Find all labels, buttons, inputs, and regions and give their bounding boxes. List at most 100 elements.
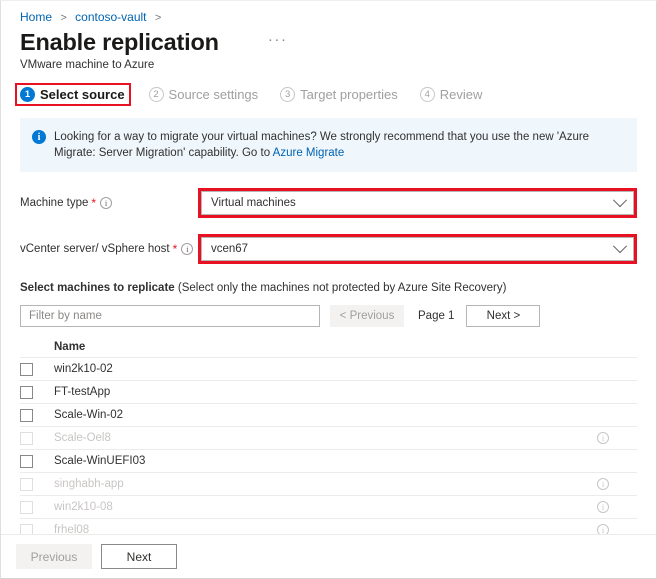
- row-checkbox: [20, 478, 33, 491]
- enable-replication-blade: Home > contoso-vault > Enable replicatio…: [0, 0, 657, 579]
- filter-and-pagination: < Previous Page 1 Next >: [1, 294, 656, 327]
- table-header-row: Name: [20, 336, 637, 358]
- row-machine-name: FT-testApp: [54, 386, 597, 398]
- chevron-down-icon: [613, 193, 627, 207]
- table-row[interactable]: win2k10-02: [20, 358, 637, 381]
- machines-table: Name win2k10-02 FT-testApp Scale-Win-02 Sca…: [1, 327, 656, 534]
- select-machines-heading: Select machines to replicate (Select onl…: [1, 264, 656, 294]
- row-machine-name: win2k10-08: [54, 501, 597, 513]
- row-checkbox: [20, 501, 33, 514]
- select-machines-heading-note: (Select only the machines not protected …: [175, 282, 507, 294]
- table-row[interactable]: Scale-Win-02: [20, 404, 637, 427]
- chevron-down-icon: [613, 239, 627, 253]
- info-banner: i Looking for a way to migrate your virt…: [20, 118, 637, 172]
- info-icon[interactable]: i: [597, 432, 609, 444]
- blade-footer: Previous Next: [1, 534, 656, 578]
- info-banner-text: Looking for a way to migrate your virtua…: [54, 129, 625, 161]
- breadcrumb-separator-icon: >: [60, 12, 66, 24]
- row-checkbox-cell: [20, 432, 54, 445]
- row-checkbox-cell: [20, 409, 54, 422]
- info-icon: i: [32, 130, 46, 144]
- row-info-cell: i: [597, 501, 637, 513]
- vcenter-label-text: vCenter server/ vSphere host: [20, 243, 170, 255]
- vcenter-dropdown[interactable]: vcen67: [201, 237, 634, 261]
- row-checkbox[interactable]: [20, 363, 33, 376]
- info-icon[interactable]: i: [597, 524, 609, 534]
- row-info-cell: i: [597, 478, 637, 490]
- info-tooltip-icon[interactable]: i: [181, 243, 193, 255]
- row-checkbox[interactable]: [20, 455, 33, 468]
- wizard-step-label: Target properties: [300, 87, 398, 102]
- row-checkbox-cell: [20, 386, 54, 399]
- wizard-step-label: Select source: [40, 87, 125, 102]
- vcenter-label: vCenter server/ vSphere host * i: [20, 243, 198, 255]
- breadcrumb-item-home[interactable]: Home: [20, 10, 52, 24]
- machine-type-value: Virtual machines: [211, 197, 615, 209]
- row-checkbox-cell: [20, 524, 54, 535]
- wizard-step-select-source[interactable]: 1 Select source: [17, 85, 129, 104]
- row-checkbox: [20, 432, 33, 445]
- info-icon[interactable]: i: [597, 478, 609, 490]
- wizard-step-review[interactable]: 4 Review: [420, 87, 483, 102]
- vcenter-value: vcen67: [211, 243, 615, 255]
- table-row: Scale-Oel8i: [20, 427, 637, 450]
- filter-by-name-input[interactable]: [20, 305, 320, 327]
- wizard-step-source-settings[interactable]: 2 Source settings: [149, 87, 259, 102]
- row-checkbox-cell: [20, 501, 54, 514]
- required-asterisk: *: [91, 198, 96, 208]
- footer-next-button[interactable]: Next: [101, 544, 177, 569]
- row-machine-name: singhabh-app: [54, 478, 597, 490]
- title-row: Enable replication ···: [1, 26, 656, 57]
- breadcrumb-separator-icon-2: >: [155, 12, 161, 24]
- row-checkbox-cell: [20, 363, 54, 376]
- blade-content: Home > contoso-vault > Enable replicatio…: [1, 1, 656, 534]
- source-form: Machine type * i Virtual machines vCente…: [1, 188, 656, 264]
- row-info-cell: i: [597, 432, 637, 444]
- column-header-name: Name: [54, 341, 85, 353]
- pagination-next-button[interactable]: Next >: [466, 305, 540, 327]
- vcenter-row: vCenter server/ vSphere host * i vcen67: [20, 234, 637, 264]
- row-checkbox[interactable]: [20, 386, 33, 399]
- pagination-previous-button: < Previous: [330, 305, 404, 327]
- info-icon[interactable]: i: [597, 501, 609, 513]
- row-machine-name: Scale-Oel8: [54, 432, 597, 444]
- required-asterisk: *: [173, 244, 178, 254]
- step-number-badge: 3: [280, 87, 295, 102]
- row-machine-name: win2k10-02: [54, 363, 597, 375]
- footer-previous-button: Previous: [16, 544, 92, 569]
- row-machine-name: Scale-Win-02: [54, 409, 597, 421]
- machine-type-highlight: Virtual machines: [198, 188, 637, 218]
- row-checkbox: [20, 524, 33, 535]
- row-checkbox-cell: [20, 455, 54, 468]
- page-subtitle: VMware machine to Azure: [1, 57, 656, 73]
- wizard-step-label: Source settings: [169, 87, 259, 102]
- table-row[interactable]: Scale-WinUEFI03: [20, 450, 637, 473]
- machine-type-row: Machine type * i Virtual machines: [20, 188, 637, 218]
- row-info-cell: i: [597, 524, 637, 534]
- step-number-badge: 4: [420, 87, 435, 102]
- wizard-steps: 1 Select source 2 Source settings 3 Targ…: [1, 73, 656, 104]
- machine-type-label-text: Machine type: [20, 197, 88, 209]
- wizard-step-label: Review: [440, 87, 483, 102]
- pagination-page-label: Page 1: [418, 310, 454, 322]
- table-row: singhabh-appi: [20, 473, 637, 496]
- table-row: frhel08i: [20, 519, 637, 534]
- info-tooltip-icon[interactable]: i: [100, 197, 112, 209]
- more-options-icon[interactable]: ···: [263, 31, 293, 54]
- row-checkbox[interactable]: [20, 409, 33, 422]
- machine-type-label: Machine type * i: [20, 197, 198, 209]
- machine-type-dropdown[interactable]: Virtual machines: [201, 191, 634, 215]
- step-number-badge: 1: [20, 87, 35, 102]
- breadcrumb: Home > contoso-vault >: [1, 7, 656, 26]
- vcenter-highlight: vcen67: [198, 234, 637, 264]
- breadcrumb-item-contoso-vault[interactable]: contoso-vault: [75, 10, 146, 24]
- step-number-badge: 2: [149, 87, 164, 102]
- table-body: win2k10-02 FT-testApp Scale-Win-02 Scale-Oe…: [20, 358, 637, 534]
- azure-migrate-link[interactable]: Azure Migrate: [273, 147, 345, 159]
- page-title: Enable replication: [20, 27, 219, 57]
- table-row: win2k10-08i: [20, 496, 637, 519]
- row-machine-name: frhel08: [54, 524, 597, 534]
- wizard-step-target-properties[interactable]: 3 Target properties: [280, 87, 398, 102]
- table-row[interactable]: FT-testApp: [20, 381, 637, 404]
- row-machine-name: Scale-WinUEFI03: [54, 455, 597, 467]
